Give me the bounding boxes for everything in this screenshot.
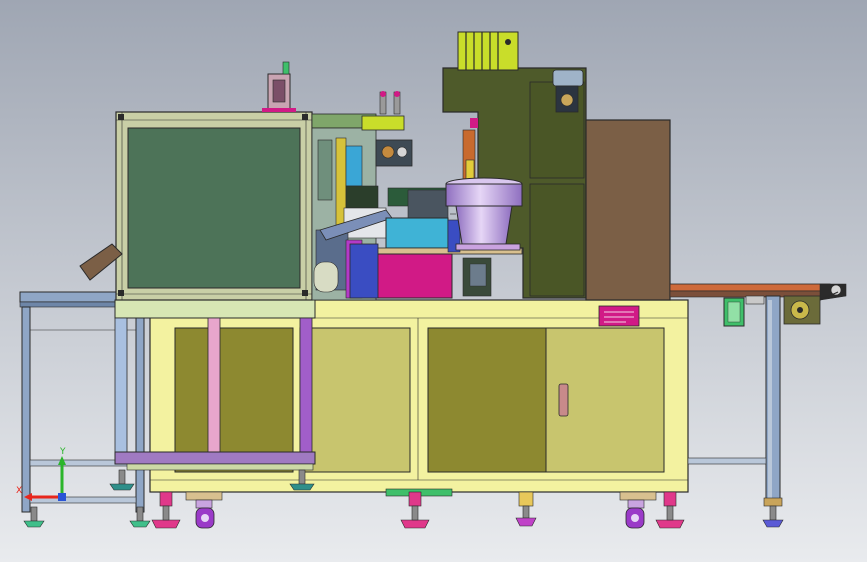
cad-viewport[interactable]: X Y	[0, 0, 867, 562]
machine-side-elevation: X Y	[0, 0, 867, 562]
triad-x-label: X	[16, 486, 22, 496]
electrical-cabinet	[585, 119, 671, 301]
top-spring-unit	[457, 31, 519, 71]
door-left-b[interactable]	[299, 327, 411, 473]
door-handle[interactable]	[558, 383, 569, 417]
control-panel-label	[598, 305, 640, 327]
door-left-a[interactable]	[174, 327, 294, 473]
door-right-a[interactable]	[427, 327, 547, 473]
triad-y-label: Y	[59, 447, 66, 457]
safety-guard-panel	[115, 111, 313, 301]
magenta-base	[375, 253, 453, 299]
cyan-block	[385, 217, 449, 249]
